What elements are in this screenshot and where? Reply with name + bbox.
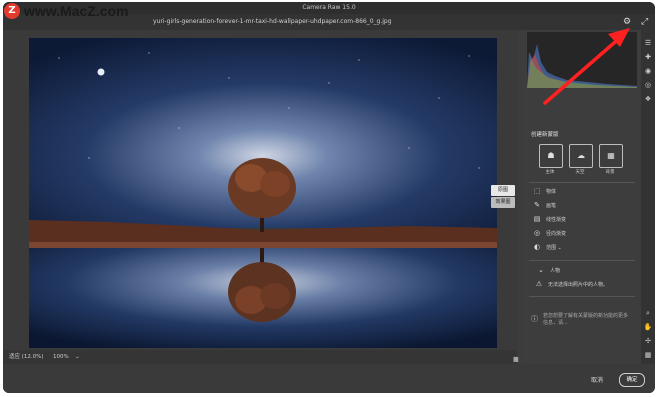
histogram [527,32,637,88]
brush-option[interactable]: ✎ 画笔 [533,201,556,209]
range-icon: ◐ [533,243,541,251]
divider [529,296,635,297]
range-option[interactable]: ◐ 范围 ⌄ [533,243,562,251]
photo-image [29,38,497,348]
sliders-icon[interactable]: ☰ [643,38,653,48]
expand-icon[interactable]: ⤢ [641,17,651,27]
healing-icon[interactable]: ✚ [643,52,653,62]
mask-section-title: 创建新蒙版 [531,132,559,138]
presets-icon[interactable]: ❖ [643,94,653,104]
watermark: Z www.MacZ.com [4,2,129,20]
radial-gradient-icon: ◎ [533,229,541,237]
cancel-button[interactable]: 取消 [591,375,603,384]
sampler-icon[interactable]: ✢ [643,336,653,346]
background-mask-button[interactable]: ▦ [599,144,623,168]
subject-label: 主体 [545,170,555,175]
bottom-action-bar: 取消 确定 [3,364,655,393]
object-select-icon: ⬚ [533,187,541,195]
macz-logo: Z [4,3,20,19]
linear-gradient-option[interactable]: ▤ 线性渐变 [533,215,566,223]
object-option[interactable]: ⬚ 物体 [533,187,556,195]
mask-panel: 创建新蒙版 ☗ 主体 ☁ 天空 ▦ 背景 ⬚ 物体 ✎ 画笔 ▤ 线性渐变 ◎ 径向渐变… [523,30,641,364]
brush-icon: ✎ [534,201,540,209]
sky-label: 天空 [575,170,585,175]
tab-effect[interactable]: 效果图 [491,197,515,208]
image-canvas[interactable]: 原图 效果图 [3,30,517,350]
watermark-text: www.MacZ.com [24,3,129,19]
photo-preview [29,38,497,348]
chevron-down-icon: ⌄ [538,266,544,274]
hand-icon[interactable]: ✋ [643,322,653,332]
masking-icon[interactable]: ◉ [643,66,653,76]
sky-mask-button[interactable]: ☁ [569,144,593,168]
zoom-fit[interactable]: 适应 (12.0%) [9,350,44,364]
help-text[interactable]: ⓘ 若您想要了解有关蒙版的新功能的更多信息，请... [531,312,631,326]
zoom-100[interactable]: 100% [53,350,69,364]
warning-icon: ⚠ [535,280,543,288]
tool-strip: ☰ ✚ ◉ ◎ ❖ ⌕ ✋ ✢ ▦ [641,30,655,364]
zoom-icon[interactable]: ⌕ [643,308,653,318]
background-label: 背景 [605,170,615,175]
divider [529,260,635,261]
subject-mask-button[interactable]: ☗ [539,144,563,168]
sky-icon: ☁ [577,151,585,160]
radial-gradient-option[interactable]: ◎ 径向渐变 [533,229,566,237]
status-bar: 适应 (12.0%) 100% ⌄ ◉ ▥ ⇅ ▧ [3,350,519,364]
background-icon: ▦ [607,151,615,160]
zoom-menu-icon[interactable]: ⌄ [75,350,80,364]
divider [529,182,635,183]
camera-raw-window: Camera Raw 15.0 yuri-girls-generation-fo… [3,2,655,393]
gear-icon[interactable]: ⚙ [623,17,633,27]
person-icon: ☗ [547,151,555,160]
people-warning: ⚠ 无法选择出照片中的人物。 [535,280,609,288]
tab-original[interactable]: 原图 [491,185,515,196]
linear-gradient-icon: ▤ [533,215,541,223]
red-eye-icon[interactable]: ◎ [643,80,653,90]
people-section-header[interactable]: ⌄ 人物 [537,266,560,274]
grid-icon[interactable]: ▦ [643,350,653,360]
ok-button[interactable]: 确定 [619,373,645,387]
info-icon: ⓘ [531,315,538,323]
